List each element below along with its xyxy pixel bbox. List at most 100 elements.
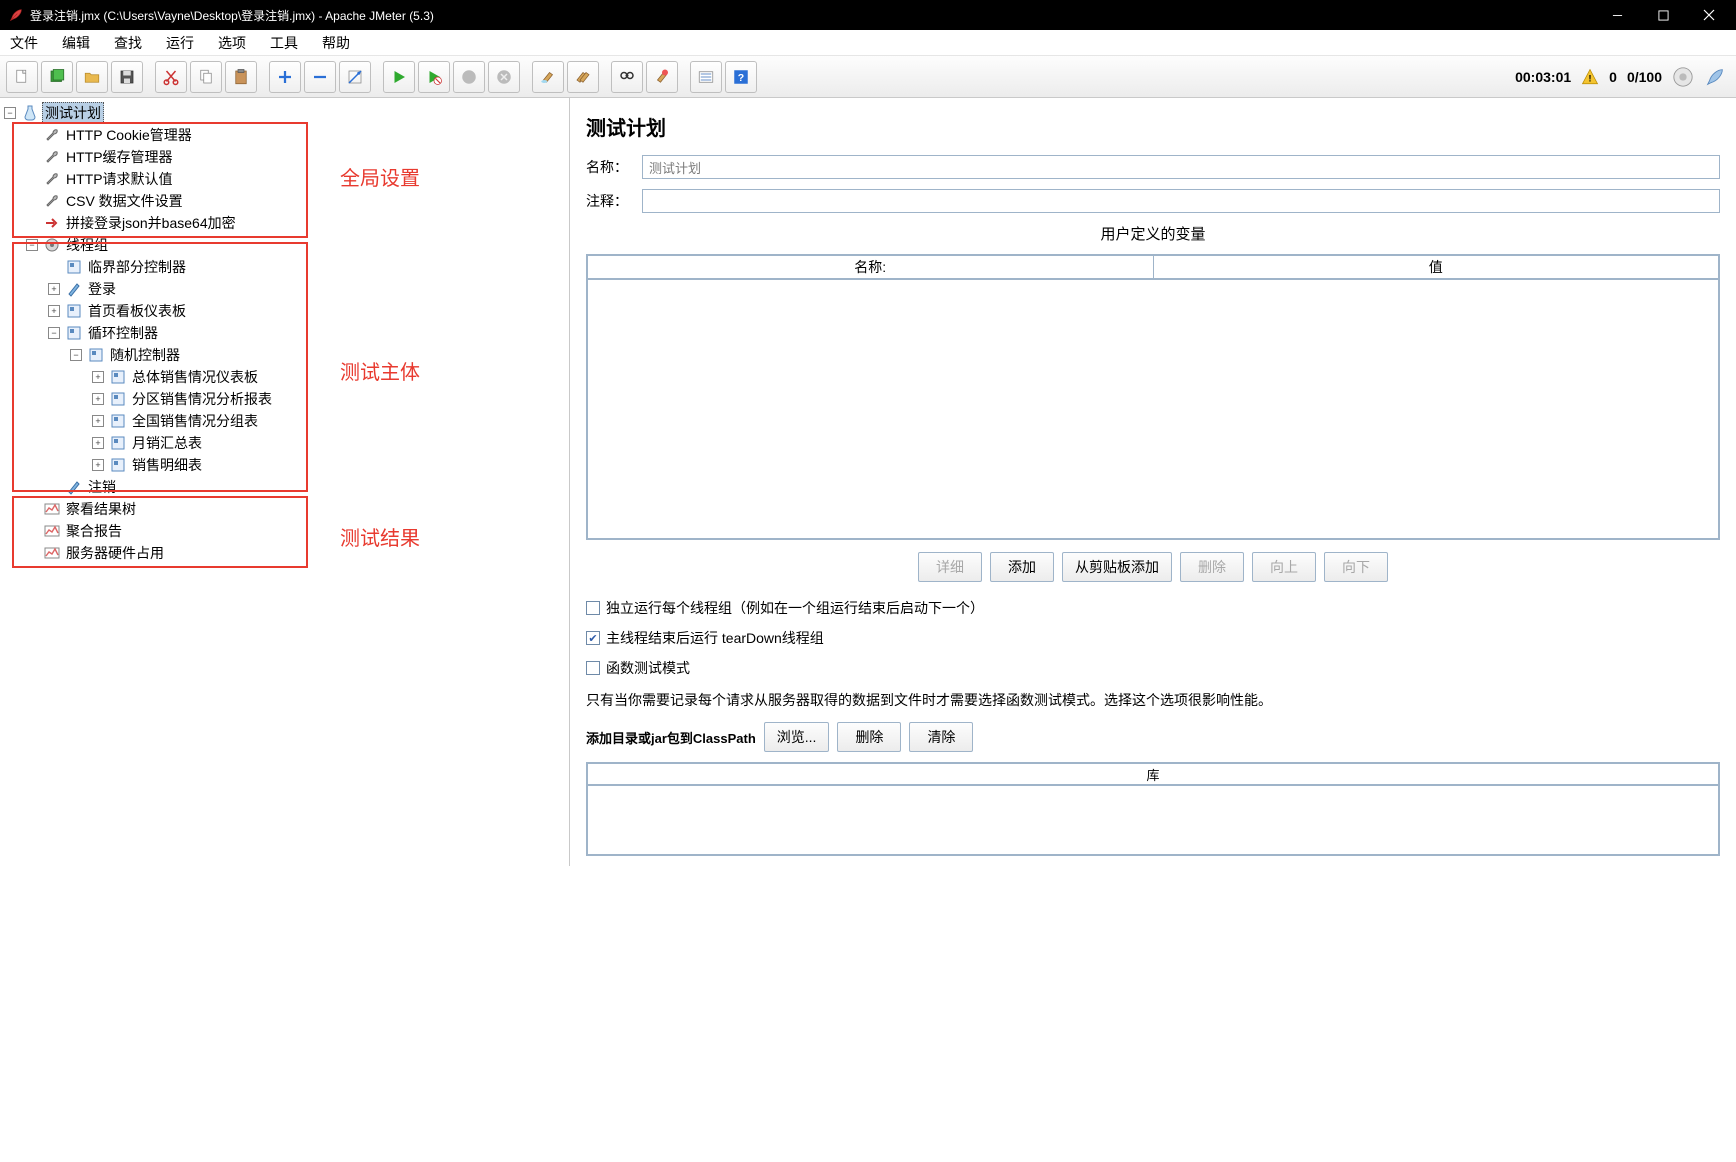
menu-help[interactable]: 帮助 bbox=[318, 31, 354, 55]
menu-find[interactable]: 查找 bbox=[110, 31, 146, 55]
tree-item[interactable]: 销售明细表 bbox=[130, 455, 204, 475]
toggle-icon[interactable]: + bbox=[92, 393, 104, 405]
thread-indicator-icon bbox=[1672, 66, 1694, 88]
vars-body[interactable] bbox=[586, 280, 1720, 540]
toggle-icon[interactable]: − bbox=[26, 239, 38, 251]
panel-title: 测试计划 bbox=[586, 112, 1720, 141]
toggle-icon[interactable]: − bbox=[70, 349, 82, 361]
toggle-icon[interactable]: + bbox=[92, 415, 104, 427]
app-feather-icon bbox=[8, 7, 24, 23]
minimize-button[interactable] bbox=[1594, 0, 1640, 30]
comment-input[interactable] bbox=[642, 189, 1720, 213]
tree-item[interactable]: 月销汇总表 bbox=[130, 433, 204, 453]
controller-icon bbox=[110, 369, 126, 385]
tree-item[interactable]: HTTP请求默认值 bbox=[64, 169, 175, 189]
tree-item[interactable]: 分区销售情况分析报表 bbox=[130, 389, 274, 409]
tree-item[interactable]: 聚合报告 bbox=[64, 521, 124, 541]
open-button[interactable] bbox=[76, 61, 108, 93]
tree-logout[interactable]: 注销 bbox=[86, 477, 118, 497]
function-helper-button[interactable] bbox=[690, 61, 722, 93]
start-button[interactable] bbox=[383, 61, 415, 93]
add-clipboard-button[interactable]: 从剪贴板添加 bbox=[1062, 552, 1172, 582]
tree-item[interactable]: HTTP缓存管理器 bbox=[64, 147, 175, 167]
name-input[interactable] bbox=[642, 155, 1720, 179]
cb-serialize-label: 独立运行每个线程组（例如在一个组运行结束后启动下一个） bbox=[606, 598, 984, 618]
tree-item[interactable]: HTTP Cookie管理器 bbox=[64, 125, 194, 145]
down-button[interactable]: 向下 bbox=[1324, 552, 1388, 582]
toggle-icon[interactable]: + bbox=[92, 371, 104, 383]
clear-button[interactable] bbox=[532, 61, 564, 93]
tree-root[interactable]: 测试计划 bbox=[42, 102, 104, 124]
feather-icon bbox=[1704, 66, 1726, 88]
controller-icon bbox=[110, 435, 126, 451]
sampler-icon bbox=[66, 479, 82, 495]
cp-clear-button[interactable]: 清除 bbox=[909, 722, 973, 752]
paste-button[interactable] bbox=[225, 61, 257, 93]
lib-body[interactable] bbox=[586, 786, 1720, 856]
menu-options[interactable]: 选项 bbox=[214, 31, 250, 55]
toggle-icon[interactable]: − bbox=[48, 327, 60, 339]
collapse-button[interactable] bbox=[304, 61, 336, 93]
toggle-icon[interactable]: + bbox=[92, 437, 104, 449]
maximize-button[interactable] bbox=[1640, 0, 1686, 30]
tree-item[interactable]: CSV 数据文件设置 bbox=[64, 191, 185, 211]
controller-icon bbox=[110, 457, 126, 473]
cb-functional[interactable] bbox=[586, 661, 600, 675]
listener-icon bbox=[44, 501, 60, 517]
help-button[interactable]: ? bbox=[725, 61, 757, 93]
config-icon bbox=[44, 127, 60, 143]
tree-rand[interactable]: 随机控制器 bbox=[108, 345, 182, 365]
listener-icon bbox=[44, 523, 60, 539]
menu-run[interactable]: 运行 bbox=[162, 31, 198, 55]
add-button[interactable]: 添加 bbox=[990, 552, 1054, 582]
copy-button[interactable] bbox=[190, 61, 222, 93]
reset-search-button[interactable] bbox=[646, 61, 678, 93]
start-no-pause-button[interactable] bbox=[418, 61, 450, 93]
tree-thread-group[interactable]: 线程组 bbox=[64, 235, 110, 255]
window-titlebar: 登录注销.jmx (C:\Users\Vayne\Desktop\登录注销.jm… bbox=[0, 0, 1736, 30]
toggle-icon[interactable]: + bbox=[48, 283, 60, 295]
toggle-icon[interactable]: + bbox=[48, 305, 60, 317]
tree-item[interactable]: 察看结果树 bbox=[64, 499, 138, 519]
shutdown-button[interactable] bbox=[488, 61, 520, 93]
up-button[interactable]: 向上 bbox=[1252, 552, 1316, 582]
search-button[interactable] bbox=[611, 61, 643, 93]
delete-button[interactable]: 删除 bbox=[1180, 552, 1244, 582]
stop-button[interactable] bbox=[453, 61, 485, 93]
toggle-icon[interactable]: − bbox=[4, 107, 16, 119]
comment-label: 注释： bbox=[586, 191, 642, 211]
controller-icon bbox=[66, 325, 82, 341]
cp-delete-button[interactable]: 删除 bbox=[837, 722, 901, 752]
cb-serialize[interactable] bbox=[586, 601, 600, 615]
tree-dash[interactable]: 首页看板仪表板 bbox=[86, 301, 188, 321]
menu-file[interactable]: 文件 bbox=[6, 31, 42, 55]
menu-tools[interactable]: 工具 bbox=[266, 31, 302, 55]
clear-all-button[interactable] bbox=[567, 61, 599, 93]
tree-item[interactable]: 服务器硬件占用 bbox=[64, 543, 166, 563]
toggle-button[interactable] bbox=[339, 61, 371, 93]
browse-button[interactable]: 浏览... bbox=[764, 722, 830, 752]
expand-button[interactable] bbox=[269, 61, 301, 93]
cb-teardown[interactable]: ✔ bbox=[586, 631, 600, 645]
svg-text:!: ! bbox=[1589, 73, 1592, 83]
tree-loop[interactable]: 循环控制器 bbox=[86, 323, 160, 343]
templates-button[interactable] bbox=[41, 61, 73, 93]
tree-item[interactable]: 拼接登录json并base64加密 bbox=[64, 213, 238, 233]
cut-button[interactable] bbox=[155, 61, 187, 93]
warning-icon[interactable]: ! bbox=[1581, 68, 1599, 86]
col-value: 值 bbox=[1153, 255, 1719, 279]
detail-button[interactable]: 详细 bbox=[918, 552, 982, 582]
new-button[interactable] bbox=[6, 61, 38, 93]
tree-login[interactable]: 登录 bbox=[86, 279, 118, 299]
tree-item[interactable]: 总体销售情况仪表板 bbox=[130, 367, 260, 387]
tree-item[interactable]: 全国销售情况分组表 bbox=[130, 411, 260, 431]
controller-icon bbox=[66, 303, 82, 319]
window-title: 登录注销.jmx (C:\Users\Vayne\Desktop\登录注销.jm… bbox=[30, 7, 1594, 24]
toggle-icon[interactable]: + bbox=[92, 459, 104, 471]
close-button[interactable] bbox=[1686, 0, 1732, 30]
save-button[interactable] bbox=[111, 61, 143, 93]
menu-edit[interactable]: 编辑 bbox=[58, 31, 94, 55]
tree-crit[interactable]: 临界部分控制器 bbox=[86, 257, 188, 277]
threadgroup-icon bbox=[44, 237, 60, 253]
warning-count: 0 bbox=[1609, 69, 1617, 85]
